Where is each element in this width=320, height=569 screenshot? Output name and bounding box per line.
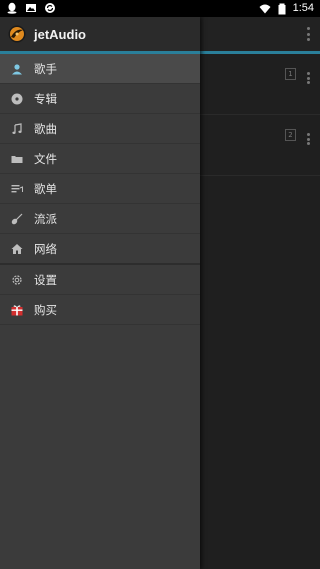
sync-icon xyxy=(45,3,55,13)
app-title: jetAudio xyxy=(34,26,86,42)
row-badge: 2 xyxy=(285,129,296,141)
overflow-menu-icon[interactable] xyxy=(306,27,310,41)
row-badge: 1 xyxy=(285,68,296,80)
settings-icon xyxy=(12,274,22,285)
drawer-item-label: 购买 xyxy=(34,302,57,317)
list-item[interactable]: 1 xyxy=(200,54,320,115)
jetaudio-logo[interactable] xyxy=(8,25,26,43)
artist-icon xyxy=(12,63,22,74)
drawer-item-artist[interactable]: 歌手 xyxy=(0,54,200,84)
drawer-item-label: 流派 xyxy=(34,211,57,226)
wifi-icon xyxy=(259,4,271,13)
playlist-icon xyxy=(11,184,23,192)
drawer-item-settings[interactable]: 设置 xyxy=(0,265,200,295)
drawer-item-label: 专辑 xyxy=(34,91,57,106)
drawer-item-label: 歌单 xyxy=(34,181,57,196)
drawer-item-label: 歌手 xyxy=(34,61,57,76)
drawer-menu: 歌手 专辑 歌曲 文件 歌单 流派 网络 设置 购买 xyxy=(0,54,200,325)
music-note-icon xyxy=(12,122,22,134)
guitar-icon xyxy=(11,213,23,224)
drawer-item-label: 设置 xyxy=(34,272,57,287)
battery-icon xyxy=(278,3,286,14)
drawer-item-purchase[interactable]: 购买 xyxy=(0,295,200,325)
qq-icon xyxy=(7,2,17,14)
drawer-item-label: 网络 xyxy=(34,241,57,256)
gallery-icon xyxy=(26,4,36,12)
list-item[interactable]: 2 xyxy=(200,115,320,176)
album-icon xyxy=(11,93,23,104)
folder-icon xyxy=(11,155,23,163)
drawer-item-album[interactable]: 专辑 xyxy=(0,84,200,114)
status-time: 1:54 xyxy=(292,2,314,14)
drawer-header: jetAudio xyxy=(0,17,200,51)
drawer-item-label: 歌曲 xyxy=(34,121,57,136)
drawer-item-label: 文件 xyxy=(34,151,57,166)
drawer-item-genre[interactable]: 流派 xyxy=(0,204,200,234)
drawer-item-files[interactable]: 文件 xyxy=(0,144,200,174)
drawer-item-network[interactable]: 网络 xyxy=(0,234,200,265)
row-menu-icon[interactable] xyxy=(307,72,310,84)
network-icon xyxy=(11,243,23,254)
drawer-item-playlist[interactable]: 歌单 xyxy=(0,174,200,204)
row-menu-icon[interactable] xyxy=(307,133,310,145)
purchase-icon xyxy=(11,304,23,315)
drawer-item-songs[interactable]: 歌曲 xyxy=(0,114,200,144)
status-bar: 1:54 xyxy=(0,0,320,17)
navigation-drawer: jetAudio 歌手 专辑 歌曲 文件 歌单 流派 网络 设置 购买 xyxy=(0,17,200,569)
